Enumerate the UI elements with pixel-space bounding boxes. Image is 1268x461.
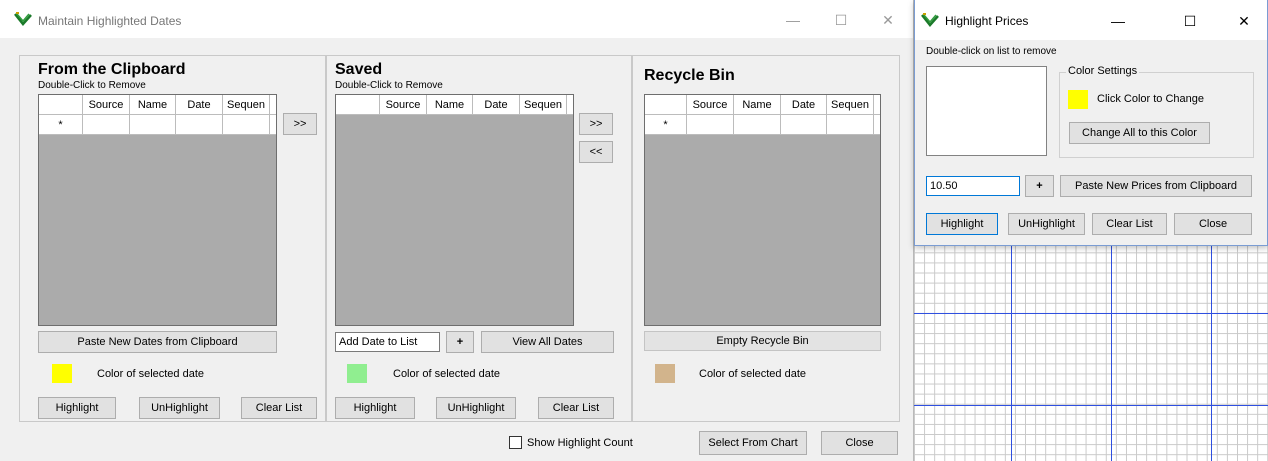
recycle-color-label: Color of selected date xyxy=(699,368,807,380)
new-row[interactable]: * xyxy=(645,115,880,135)
main-close-footer-button[interactable]: Close xyxy=(821,431,898,455)
prices-titlebar: Highlight Prices — ☐ ✕ xyxy=(915,0,1267,40)
maintain-highlighted-dates-window: Maintain Highlighted Dates — ☐ ✕ From th… xyxy=(0,0,914,461)
column-header-sequence[interactable]: Sequen xyxy=(520,95,567,114)
grid-cell[interactable] xyxy=(687,115,734,134)
clipboard-color-swatch[interactable] xyxy=(52,364,72,383)
clipboard-dates-grid[interactable]: Source Name Date Sequen * xyxy=(38,94,277,326)
move-to-saved-button[interactable]: >> xyxy=(283,113,317,135)
highlight-prices-window: Highlight Prices — ☐ ✕ Double-click on l… xyxy=(914,0,1268,246)
add-date-field[interactable]: Add Date to List xyxy=(335,332,440,352)
empty-recycle-bin-button[interactable]: Empty Recycle Bin xyxy=(644,331,881,351)
prices-clear-list-button[interactable]: Clear List xyxy=(1092,213,1167,235)
saved-clear-list-button[interactable]: Clear List xyxy=(538,397,614,419)
add-date-plus-button[interactable]: + xyxy=(446,331,474,353)
view-all-dates-button[interactable]: View All Dates xyxy=(481,331,614,353)
chart-horizontal-line xyxy=(914,313,1268,314)
add-price-plus-button[interactable]: + xyxy=(1025,175,1054,197)
saved-highlight-button[interactable]: Highlight xyxy=(335,397,415,419)
grid-cell[interactable] xyxy=(827,115,874,134)
prices-highlight-button[interactable]: Highlight xyxy=(926,213,998,235)
column-header-date[interactable]: Date xyxy=(176,95,223,114)
column-header-date[interactable]: Date xyxy=(781,95,827,114)
clipboard-title: From the Clipboard xyxy=(38,61,186,78)
move-back-to-clipboard-button[interactable]: << xyxy=(579,141,613,163)
saved-subtitle: Double-Click to Remove xyxy=(335,80,443,91)
prices-close-footer-button[interactable]: Close xyxy=(1174,213,1252,235)
recycle-bin-panel: Recycle Bin Source Name Date Sequen * Em… xyxy=(632,55,900,422)
clipboard-color-label: Color of selected date xyxy=(97,368,205,380)
prices-instruction: Double-click on list to remove xyxy=(926,46,1057,57)
column-header-sequence[interactable]: Sequen xyxy=(223,95,270,114)
grid-cell[interactable] xyxy=(223,115,270,134)
select-from-chart-button[interactable]: Select From Chart xyxy=(699,431,807,455)
prices-unhighlight-button[interactable]: UnHighlight xyxy=(1008,213,1085,235)
clipboard-highlight-button[interactable]: Highlight xyxy=(38,397,116,419)
grid-cell[interactable] xyxy=(130,115,176,134)
clipboard-subtitle: Double-Click to Remove xyxy=(38,80,146,91)
app-logo-icon xyxy=(14,12,32,26)
grid-cell[interactable] xyxy=(83,115,130,134)
recycle-bin-grid[interactable]: Source Name Date Sequen * xyxy=(644,94,881,326)
grid-header: Source Name Date Sequen xyxy=(336,95,573,115)
new-row[interactable]: * xyxy=(39,115,276,135)
click-color-label: Click Color to Change xyxy=(1097,93,1204,105)
recycle-color-swatch[interactable] xyxy=(655,364,675,383)
row-header-cell xyxy=(645,95,687,114)
prices-window-title: Highlight Prices xyxy=(945,14,1029,28)
grid-header: Source Name Date Sequen xyxy=(39,95,276,115)
main-close-button[interactable]: ✕ xyxy=(873,8,903,32)
saved-dates-grid[interactable]: Source Name Date Sequen xyxy=(335,94,574,326)
saved-unhighlight-button[interactable]: UnHighlight xyxy=(436,397,516,419)
paste-new-prices-button[interactable]: Paste New Prices from Clipboard xyxy=(1060,175,1252,197)
column-header-name[interactable]: Name xyxy=(734,95,781,114)
column-header-date[interactable]: Date xyxy=(473,95,520,114)
column-header-source[interactable]: Source xyxy=(83,95,130,114)
change-all-color-button[interactable]: Change All to this Color xyxy=(1069,122,1210,144)
column-header-source[interactable]: Source xyxy=(380,95,427,114)
price-input[interactable]: 10.50 xyxy=(926,176,1020,196)
prices-color-swatch[interactable] xyxy=(1068,90,1088,109)
app-logo-icon xyxy=(921,13,939,27)
main-minimize-button[interactable]: — xyxy=(778,8,808,32)
color-settings-group: Color Settings Click Color to Change Cha… xyxy=(1059,65,1254,158)
new-row-marker: * xyxy=(645,115,687,134)
prices-close-button[interactable]: ✕ xyxy=(1229,9,1259,33)
clipboard-clear-list-button[interactable]: Clear List xyxy=(241,397,317,419)
saved-color-label: Color of selected date xyxy=(393,368,501,380)
chart-horizontal-line xyxy=(914,405,1268,406)
show-highlight-count-checkbox[interactable] xyxy=(509,436,522,449)
prices-list[interactable] xyxy=(926,66,1047,156)
saved-title: Saved xyxy=(335,61,383,78)
show-highlight-count-label: Show Highlight Count xyxy=(527,437,633,449)
color-settings-label: Color Settings xyxy=(1066,65,1140,77)
main-window-title: Maintain Highlighted Dates xyxy=(38,14,182,28)
grid-cell[interactable] xyxy=(176,115,223,134)
row-header-cell xyxy=(39,95,83,114)
row-header-cell xyxy=(336,95,380,114)
saved-color-swatch[interactable] xyxy=(347,364,367,383)
grid-cell[interactable] xyxy=(734,115,781,134)
grid-header: Source Name Date Sequen xyxy=(645,95,880,115)
move-to-recycle-button[interactable]: >> xyxy=(579,113,613,135)
column-header-name[interactable]: Name xyxy=(427,95,473,114)
column-header-name[interactable]: Name xyxy=(130,95,176,114)
main-titlebar: Maintain Highlighted Dates — ☐ ✕ xyxy=(0,0,913,38)
saved-panel: Saved Double-Click to Remove Source Name… xyxy=(326,55,632,422)
clipboard-unhighlight-button[interactable]: UnHighlight xyxy=(139,397,220,419)
paste-new-dates-button[interactable]: Paste New Dates from Clipboard xyxy=(38,331,277,353)
prices-minimize-button[interactable]: — xyxy=(1103,9,1133,33)
clipboard-panel: From the Clipboard Double-Click to Remov… xyxy=(19,55,326,422)
recycle-bin-title: Recycle Bin xyxy=(644,67,735,84)
column-header-source[interactable]: Source xyxy=(687,95,734,114)
main-maximize-button[interactable]: ☐ xyxy=(826,8,856,32)
column-header-sequence[interactable]: Sequen xyxy=(827,95,874,114)
grid-cell[interactable] xyxy=(781,115,827,134)
new-row-marker: * xyxy=(39,115,83,134)
prices-maximize-button[interactable]: ☐ xyxy=(1175,9,1205,33)
